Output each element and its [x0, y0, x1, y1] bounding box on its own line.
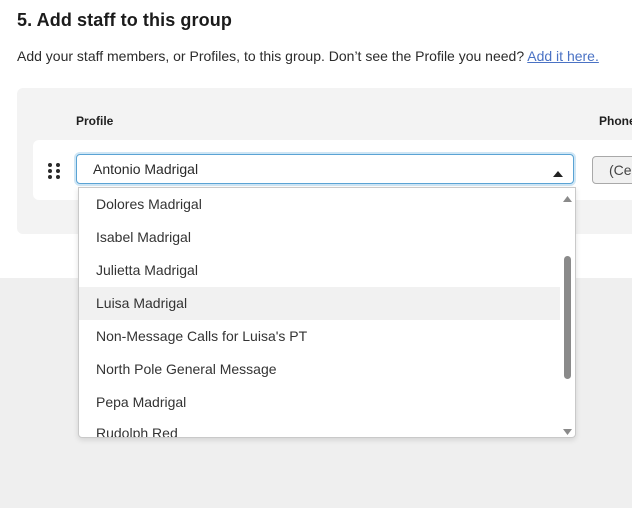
column-header-phone: Phone: [599, 114, 632, 128]
scroll-down-arrow-icon[interactable]: [562, 424, 573, 435]
phone-select-value: (Ce: [609, 162, 632, 178]
section-description: Add your staff members, or Profiles, to …: [17, 48, 599, 64]
drag-handle-icon[interactable]: [47, 162, 61, 180]
dropdown-option[interactable]: North Pole General Message: [79, 353, 560, 386]
dropdown-option[interactable]: Pepa Madrigal: [79, 386, 560, 419]
caret-up-icon: [553, 165, 563, 177]
dropdown-scrollbar[interactable]: [560, 188, 575, 437]
section-title: 5. Add staff to this group: [17, 10, 232, 30]
add-profile-link[interactable]: Add it here.: [527, 48, 599, 64]
profile-select[interactable]: Antonio Madrigal: [76, 154, 574, 184]
section-description-text: Add your staff members, or Profiles, to …: [17, 48, 525, 64]
phone-select[interactable]: (Ce: [592, 156, 632, 184]
scroll-up-arrow-icon[interactable]: [562, 191, 573, 202]
dropdown-option[interactable]: Julietta Madrigal: [79, 254, 560, 287]
dropdown-option-highlighted[interactable]: Luisa Madrigal: [79, 287, 560, 320]
dropdown-option[interactable]: Isabel Madrigal: [79, 221, 560, 254]
profile-select-value: Antonio Madrigal: [93, 161, 199, 177]
dropdown-option[interactable]: Rudolph Red: [79, 417, 560, 437]
profile-dropdown-list: Dolores Madrigal Isabel Madrigal Juliett…: [78, 187, 576, 438]
scrollbar-thumb[interactable]: [564, 256, 571, 379]
dropdown-option[interactable]: Non-Message Calls for Luisa's PT: [79, 320, 560, 353]
dropdown-option[interactable]: Dolores Madrigal: [79, 188, 560, 221]
profile-options: Dolores Madrigal Isabel Madrigal Juliett…: [79, 188, 560, 437]
column-header-profile: Profile: [76, 114, 114, 128]
